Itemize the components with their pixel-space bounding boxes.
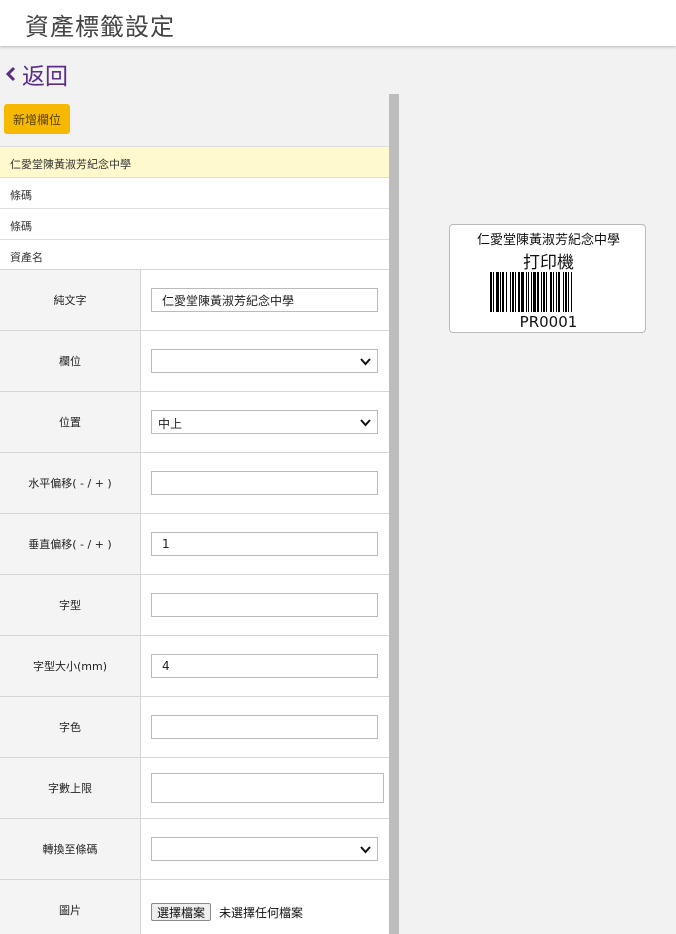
v-offset-label: 垂直偏移( - / + ) [0,514,141,574]
field-list-item[interactable]: 仁愛堂陳黃淑芳紀念中學 [0,146,389,177]
h-offset-label: 水平偏移( - / + ) [0,453,141,513]
font-input[interactable] [151,593,378,617]
h-offset-input[interactable] [151,471,378,495]
form-row-position: 位置 中上 [0,391,389,452]
page-title: 資產標籤設定 [25,13,175,41]
form-row-font-color: 字色 [0,696,389,757]
chevron-down-icon [360,846,371,854]
field-list-item[interactable]: 條碼 [0,208,389,239]
preview-asset-code: PR0001 [519,313,578,331]
max-chars-label: 字數上限 [0,758,141,818]
plain-text-input[interactable] [151,288,378,312]
form-row-h-offset: 水平偏移( - / + ) [0,452,389,513]
max-chars-input[interactable] [151,773,384,803]
v-offset-input[interactable] [151,532,378,556]
font-size-input[interactable] [151,654,378,678]
field-label: 欄位 [0,331,141,391]
convert-barcode-select[interactable] [151,837,378,861]
back-link[interactable]: 返回 [4,57,68,91]
form-row-plain-text: 純文字 [0,269,389,330]
form-row-max-chars: 字數上限 [0,757,389,818]
barcode-image [490,272,572,312]
position-select[interactable]: 中上 [151,410,378,434]
scrollbar[interactable] [389,94,399,934]
image-label: 圖片 [0,880,141,934]
font-size-label: 字型大小(mm) [0,636,141,696]
font-color-label: 字色 [0,697,141,757]
field-list-item[interactable]: 條碼 [0,177,389,208]
form-row-v-offset: 垂直偏移( - / + ) [0,513,389,574]
form-row-image: 圖片 選擇檔案 未選擇任何檔案 [0,879,389,934]
field-list-item[interactable]: 資產名 [0,239,389,270]
chevron-down-icon [360,419,371,427]
label-preview: 仁愛堂陳黃淑芳紀念中學 打印機 PR0001 [449,224,646,333]
back-label: 返回 [22,64,68,90]
plain-text-label: 純文字 [0,270,141,330]
form-row-font-size: 字型大小(mm) [0,635,389,696]
preview-asset-name: 打印機 [523,253,574,273]
form-row-convert-barcode: 轉換至條碼 [0,818,389,879]
form-row-font: 字型 [0,574,389,635]
field-select[interactable] [151,349,378,373]
form-row-field: 欄位 [0,330,389,391]
chevron-down-icon [360,358,371,366]
position-select-value: 中上 [158,417,183,431]
position-label: 位置 [0,392,141,452]
chevron-left-icon [5,66,16,82]
convert-barcode-label: 轉換至條碼 [0,819,141,879]
add-field-button[interactable]: 新增欄位 [4,104,70,134]
file-status: 未選擇任何檔案 [219,906,304,920]
choose-file-button[interactable]: 選擇檔案 [151,903,212,921]
font-label: 字型 [0,575,141,635]
field-editor-panel: 新增欄位 仁愛堂陳黃淑芳紀念中學 條碼 條碼 資產名 純文字 欄位 位置 中上 [0,94,389,934]
app-header: 資產標籤設定 [0,0,676,46]
preview-school-name: 仁愛堂陳黃淑芳紀念中學 [476,233,620,248]
font-color-input[interactable] [151,715,378,739]
